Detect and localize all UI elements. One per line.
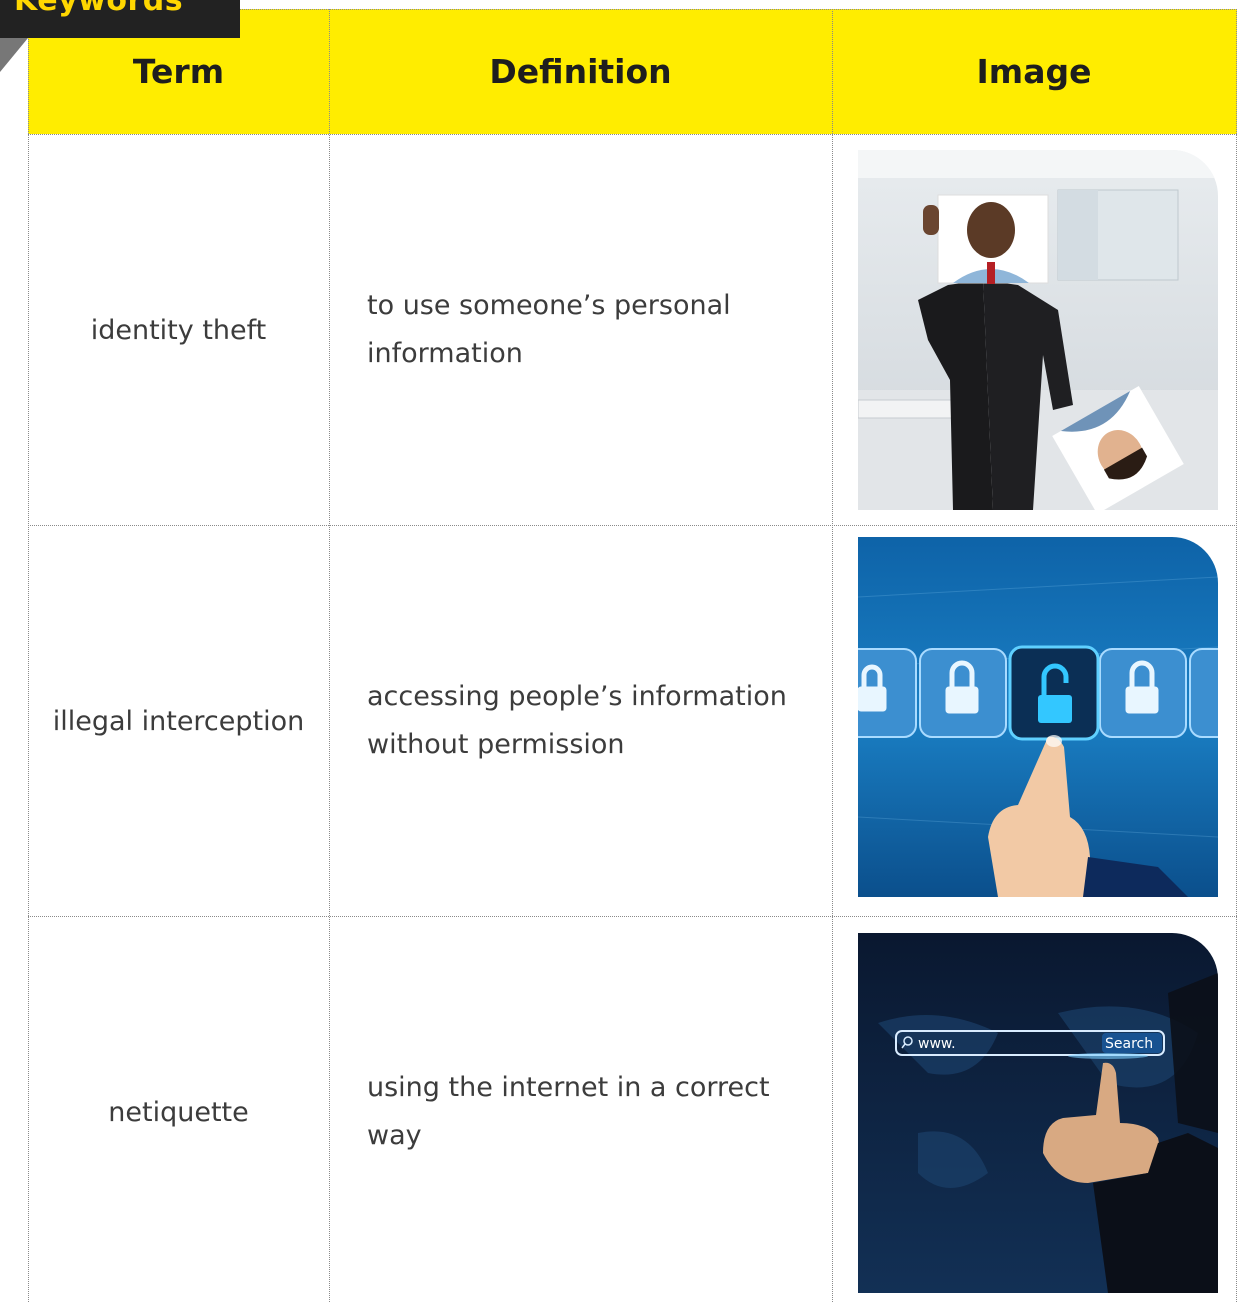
row-3-term: netiquette	[108, 1096, 249, 1128]
row-3-definition: using the internet in a correct way	[367, 1072, 770, 1151]
www-search-bar-hand-icon: www. Search	[858, 933, 1218, 1293]
header-definition: Definition	[489, 52, 672, 91]
businessman-holding-face-photo-icon	[858, 150, 1218, 510]
row-1-definition: to use someone’s personal information	[367, 290, 731, 369]
keywords-table: Term Definition Image identity theft to …	[28, 9, 1237, 1302]
keywords-tab-label: Keywords	[14, 0, 184, 18]
search-button-text: Search	[1105, 1036, 1153, 1052]
row-2-definition: accessing people’s information without p…	[367, 681, 787, 760]
header-image: Image	[976, 52, 1092, 91]
row-1-term: identity theft	[90, 314, 267, 346]
table-border-right	[1236, 9, 1237, 1302]
keywords-tab: Keywords	[0, 0, 240, 38]
column-divider-2	[832, 9, 833, 1302]
row-2-term: illegal interception	[52, 705, 305, 737]
column-divider-1	[329, 9, 330, 1302]
tab-fold-decoration	[0, 38, 28, 72]
unlocked-padlock-touchscreen-icon	[858, 537, 1218, 897]
search-www-text: www.	[918, 1036, 956, 1052]
